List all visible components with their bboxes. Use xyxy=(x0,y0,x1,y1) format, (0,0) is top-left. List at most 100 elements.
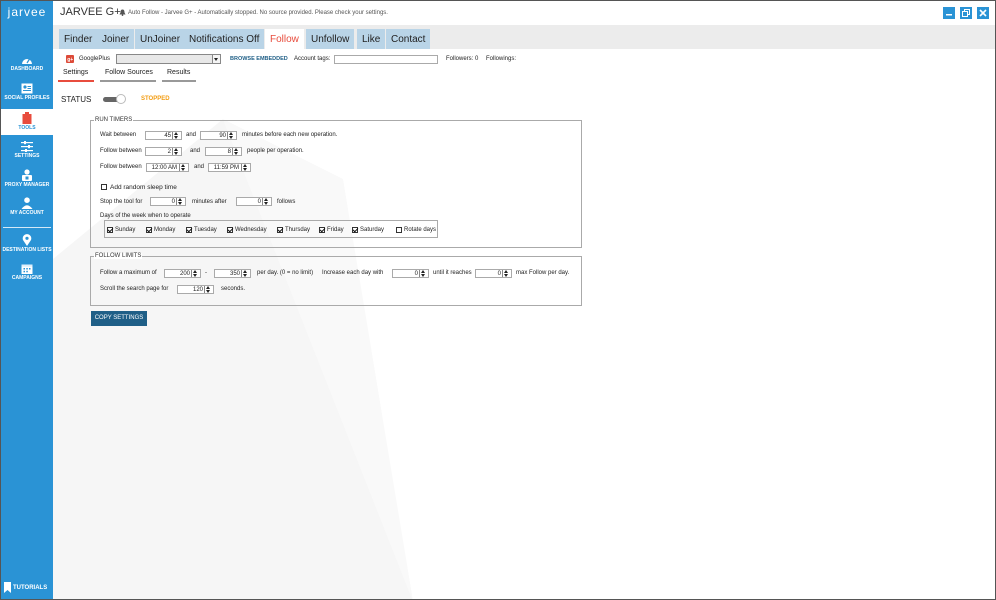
subtab-follow-sources[interactable]: Follow Sources xyxy=(105,69,153,76)
main-panel: g+ GooglePlus BROWSE EMBEDDED Account ta… xyxy=(53,49,995,599)
restore-button[interactable] xyxy=(960,7,972,19)
profiles-icon xyxy=(21,83,33,94)
account-select[interactable] xyxy=(116,54,221,64)
day-checkbox-tuesday[interactable] xyxy=(186,227,192,233)
restore-icon xyxy=(962,9,970,17)
stepper-arrows-icon[interactable] xyxy=(241,164,250,171)
seconds-label: seconds. xyxy=(221,286,246,292)
sidebar-item-dashboard[interactable]: DASHBOARD xyxy=(1,55,53,72)
calendar-icon xyxy=(21,264,33,274)
max-min-stepper[interactable]: 200 xyxy=(164,269,201,278)
max-per-day-label: max Follow per day. xyxy=(516,270,570,276)
stepper-arrows-icon[interactable] xyxy=(502,270,511,277)
day-checkbox-wednesday[interactable] xyxy=(227,227,233,233)
wait-min-stepper[interactable]: 45 xyxy=(145,131,182,140)
follow-min-value: 2 xyxy=(167,149,171,155)
close-button[interactable] xyxy=(977,7,989,19)
account-tags-input[interactable] xyxy=(334,55,438,64)
follow-max-stepper[interactable]: 8 xyxy=(205,147,242,156)
stepper-arrows-icon[interactable] xyxy=(232,148,241,155)
sidebar-item-campaigns[interactable]: CAMPAIGNS xyxy=(1,263,53,281)
sidebar-item-label: MY ACCOUNT xyxy=(10,210,44,216)
tab-notifications-off[interactable]: Notifications Off xyxy=(184,29,265,49)
stepper-arrows-icon[interactable] xyxy=(241,270,250,277)
scroll-stepper[interactable]: 120 xyxy=(177,285,214,294)
stepper-arrows-icon[interactable] xyxy=(172,132,181,139)
run-timers-title: RUN TIMERS xyxy=(94,117,134,123)
wait-between-label: Wait between xyxy=(100,132,137,138)
sidebar-item-proxy-manager[interactable]: PROXY MANAGER xyxy=(1,169,53,188)
sidebar-item-label: CAMPAIGNS xyxy=(11,275,43,281)
day-checkbox-thursday[interactable] xyxy=(277,227,283,233)
stepper-arrows-icon[interactable] xyxy=(176,198,185,205)
tutorials-link[interactable]: TUTORIALS xyxy=(4,582,47,593)
time-start-stepper[interactable]: 12:00 AM xyxy=(146,163,189,172)
jarvee-logo: jarvee xyxy=(7,5,47,19)
tool-tabs: Finder Joiner UnJoiner Notifications Off… xyxy=(53,25,995,49)
stop-follows-stepper[interactable]: 0 xyxy=(236,197,272,206)
minimize-button[interactable] xyxy=(943,7,955,19)
rotate-days-checkbox[interactable] xyxy=(396,227,402,233)
sidebar-item-tools[interactable]: TOOLS xyxy=(1,109,53,135)
stop-follows-value: 0 xyxy=(257,199,261,205)
stepper-arrows-icon[interactable] xyxy=(204,286,213,293)
subtab-settings[interactable]: Settings xyxy=(63,69,88,76)
tab-contact[interactable]: Contact xyxy=(386,29,431,49)
sidebar-item-social-profiles[interactable]: SOCIAL PROFILES xyxy=(1,83,53,101)
follow-limits-title: FOLLOW LIMITS xyxy=(94,253,143,259)
browse-embedded-link[interactable]: BROWSE EMBEDDED xyxy=(230,56,288,62)
status-label: STATUS xyxy=(61,95,92,104)
until-stepper[interactable]: 0 xyxy=(475,269,512,278)
googleplus-icon: g+ xyxy=(66,55,74,63)
tab-unjoiner[interactable]: UnJoiner xyxy=(135,29,186,49)
scroll-value: 120 xyxy=(192,287,203,293)
day-checkbox-saturday[interactable] xyxy=(352,227,358,233)
stepper-arrows-icon[interactable] xyxy=(227,132,236,139)
stepper-arrows-icon[interactable] xyxy=(191,270,200,277)
stop-minutes-stepper[interactable]: 0 xyxy=(150,197,186,206)
wait-max-stepper[interactable]: 90 xyxy=(200,131,237,140)
tab-follow[interactable]: Follow xyxy=(265,29,304,49)
time-end-stepper[interactable]: 11:59 PM xyxy=(208,163,251,172)
sidebar-item-destination-lists[interactable]: DESTINATION LISTS xyxy=(1,234,53,253)
wait-min-value: 45 xyxy=(164,133,171,139)
stepper-arrows-icon[interactable] xyxy=(172,148,181,155)
increase-value: 0 xyxy=(414,271,418,277)
tab-joiner[interactable]: Joiner xyxy=(97,29,135,49)
follow-suffix-label: people per operation. xyxy=(247,148,304,154)
status-toggle[interactable] xyxy=(103,94,127,104)
chevron-down-icon[interactable] xyxy=(212,55,220,63)
stepper-arrows-icon[interactable] xyxy=(262,198,271,205)
follow-min-stepper[interactable]: 2 xyxy=(145,147,182,156)
sidebar-item-label: DASHBOARD xyxy=(10,66,44,72)
max-max-stepper[interactable]: 350 xyxy=(214,269,251,278)
subtab-results[interactable]: Results xyxy=(167,69,190,76)
increase-stepper[interactable]: 0 xyxy=(392,269,429,278)
status-badge: STOPPED xyxy=(141,96,170,102)
scroll-label: Scroll the search page for xyxy=(100,286,169,292)
copy-settings-button[interactable]: COPY SETTINGS xyxy=(91,311,147,326)
tab-like[interactable]: Like xyxy=(357,29,386,49)
random-sleep-label: Add random sleep time xyxy=(110,184,177,191)
follow-max-value: 8 xyxy=(227,149,231,155)
day-label-monday: Monday xyxy=(154,227,176,233)
day-checkbox-sunday[interactable] xyxy=(107,227,113,233)
follow-time-label: Follow between xyxy=(100,164,142,170)
max-follow-label: Follow a maximum of xyxy=(100,270,157,276)
day-checkbox-friday[interactable] xyxy=(319,227,325,233)
stepper-arrows-icon[interactable] xyxy=(179,164,188,171)
sidebar-item-my-account[interactable]: MY ACCOUNT xyxy=(1,197,53,216)
sidebar-item-settings[interactable]: SETTINGS xyxy=(1,141,53,159)
minimize-icon xyxy=(946,14,952,16)
tutorials-label: TUTORIALS xyxy=(13,585,48,592)
tab-unfollow[interactable]: Unfollow xyxy=(306,29,355,49)
stop-tool-label: Stop the tool for xyxy=(100,199,143,205)
random-sleep-checkbox[interactable] xyxy=(101,184,107,190)
app-title: JARVEE G+ xyxy=(60,6,121,18)
stepper-arrows-icon[interactable] xyxy=(419,270,428,277)
account-tags-label: Account tags: xyxy=(294,56,331,62)
app-window: jarvee DASHBOARD SOCIAL PROFILES TOOLS S… xyxy=(0,0,996,600)
day-checkbox-monday[interactable] xyxy=(146,227,152,233)
tab-finder[interactable]: Finder xyxy=(59,29,98,49)
sidebar-item-label: SOCIAL PROFILES xyxy=(4,95,50,101)
